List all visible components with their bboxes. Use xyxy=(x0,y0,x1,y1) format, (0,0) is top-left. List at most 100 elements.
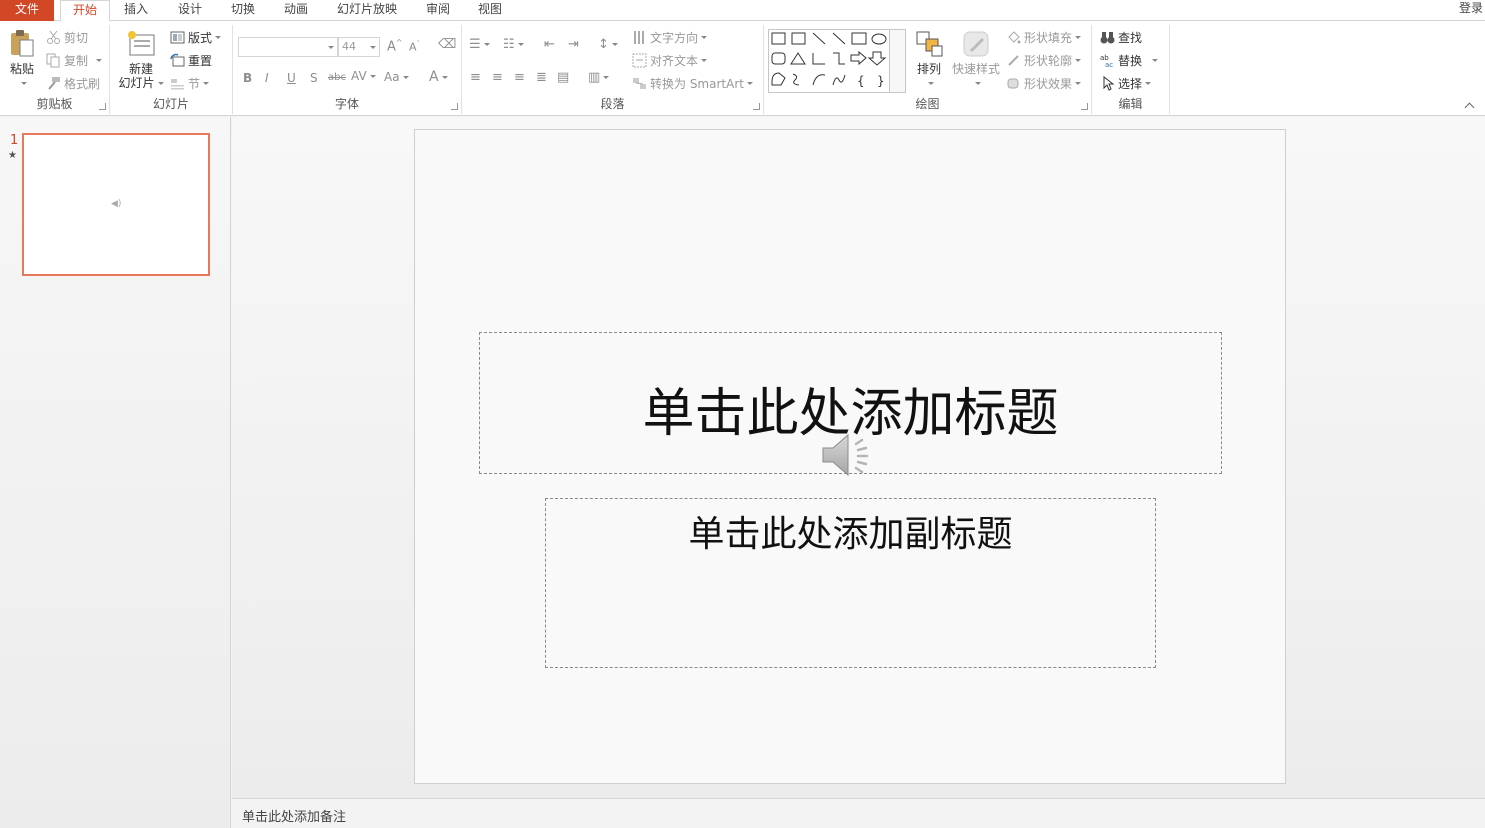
bold-icon[interactable]: B xyxy=(243,71,252,85)
chevron-down-icon xyxy=(974,82,981,85)
quick-styles-button[interactable]: 快速样式 xyxy=(950,29,1002,90)
arrange-button[interactable]: 排列 xyxy=(912,29,946,90)
shrink-font-icon[interactable]: Aˇ xyxy=(409,40,420,54)
align-right-icon[interactable]: ≡ xyxy=(514,70,525,85)
justify-icon[interactable]: ≣ xyxy=(536,70,547,85)
increase-indent-icon[interactable]: ⇥ xyxy=(568,37,579,52)
find-button[interactable]: 查找 xyxy=(1100,29,1142,46)
decrease-indent-icon[interactable]: ⇤ xyxy=(544,37,555,52)
strikethrough-icon[interactable]: abc xyxy=(328,72,346,83)
convert-smartart-button[interactable]: 转换为 SmartArt xyxy=(632,75,753,92)
chevron-down-icon xyxy=(1152,59,1159,62)
replace-label: 替换 xyxy=(1118,54,1143,68)
text-direction-button[interactable]: 文字方向 xyxy=(632,29,708,46)
speaker-icon[interactable] xyxy=(820,430,878,480)
chevron-down-icon xyxy=(20,82,27,85)
drawing-group-label: 绘图 xyxy=(915,97,940,111)
reset-icon xyxy=(170,53,185,67)
tab-insert[interactable]: 插入 xyxy=(114,0,158,21)
new-slide-label-2: 幻灯片 xyxy=(118,76,155,90)
replace-button[interactable]: ab ac 替换 xyxy=(1100,52,1159,69)
shape-effects-button[interactable]: 形状效果 xyxy=(1006,75,1082,92)
reset-label: 重置 xyxy=(188,54,213,68)
slides-group-label: 幻灯片 xyxy=(152,97,189,111)
subtitle-placeholder[interactable]: 单击此处添加副标题 xyxy=(545,498,1156,668)
collapse-ribbon-icon[interactable] xyxy=(1464,102,1475,113)
layout-button[interactable]: 版式 xyxy=(170,29,222,46)
char-spacing-icon[interactable]: AV xyxy=(351,69,376,83)
bullets-icon[interactable]: ☰ xyxy=(469,37,490,52)
shape-outline-button[interactable]: 形状轮廓 xyxy=(1006,52,1082,69)
tab-slideshow[interactable]: 幻灯片放映 xyxy=(330,0,404,21)
arrange-icon xyxy=(916,31,943,57)
replace-icon: abac xyxy=(1100,54,1113,68)
numbering-icon[interactable]: ☷ xyxy=(503,37,524,52)
clear-formatting-icon[interactable]: ⌫ xyxy=(438,37,456,52)
paste-button[interactable]: 粘贴 xyxy=(4,29,40,90)
chevron-down-icon xyxy=(701,59,708,62)
shape-effects-label: 形状效果 xyxy=(1024,77,1073,91)
distributed-icon[interactable]: ▤ xyxy=(557,70,569,85)
new-slide-icon xyxy=(128,31,155,56)
font-color-icon[interactable]: A xyxy=(429,69,448,85)
tab-view[interactable]: 视图 xyxy=(468,0,512,21)
grow-font-icon[interactable]: A^ xyxy=(387,38,403,54)
dialog-launcher-icon[interactable] xyxy=(753,103,760,110)
cut-button[interactable]: 剪切 xyxy=(46,29,88,46)
tab-file[interactable]: 文件 xyxy=(0,0,54,21)
align-center-icon[interactable]: ≡ xyxy=(492,70,503,85)
chevron-down-icon xyxy=(1145,82,1152,85)
copy-button[interactable]: 复制 xyxy=(46,52,103,69)
chevron-down-icon xyxy=(441,75,448,79)
format-painter-button[interactable]: 格式刷 xyxy=(46,75,100,92)
align-text-icon xyxy=(632,53,647,68)
tab-animations[interactable]: 动画 xyxy=(274,0,318,21)
convert-smartart-label: 转换为 SmartArt xyxy=(650,77,744,91)
font-family-combo[interactable] xyxy=(238,37,338,57)
find-label: 查找 xyxy=(1118,31,1143,45)
chevron-down-icon xyxy=(517,43,524,46)
align-text-button[interactable]: 对齐文本 xyxy=(632,52,708,69)
group-slides: 新建 幻灯片 版式 重置 节 幻灯片 xyxy=(110,25,233,114)
underline-icon[interactable]: U xyxy=(287,71,296,85)
italic-icon[interactable]: I xyxy=(265,71,269,85)
section-button[interactable]: 节 xyxy=(170,75,210,92)
ribbon: 粘贴 剪切 复制 格式刷 剪贴板 新建 幻灯片 版式 重置 节 幻灯片 44 A… xyxy=(0,21,1485,116)
chevron-down-icon xyxy=(1075,36,1082,39)
dialog-launcher-icon[interactable] xyxy=(1081,103,1088,110)
new-slide-button[interactable]: 新建 幻灯片 xyxy=(116,29,166,90)
tab-transitions[interactable]: 切换 xyxy=(221,0,265,21)
slide-thumbnail-pane: 1 ★ ◀) xyxy=(0,117,231,828)
shape-fill-button[interactable]: 形状填充 xyxy=(1006,29,1082,46)
dialog-launcher-icon[interactable] xyxy=(99,103,106,110)
reset-button[interactable]: 重置 xyxy=(170,52,212,69)
shadow-icon[interactable]: S xyxy=(310,71,318,85)
select-button[interactable]: 选择 xyxy=(1100,75,1152,92)
login-link[interactable]: 登录 xyxy=(1459,0,1483,16)
animation-star-icon: ★ xyxy=(8,150,17,161)
chevron-down-icon xyxy=(402,76,409,79)
text-direction-label: 文字方向 xyxy=(650,31,699,45)
slide-thumbnail[interactable]: ◀) xyxy=(22,133,210,276)
notes-pane[interactable]: 单击此处添加备注 xyxy=(232,798,1485,828)
tab-review[interactable]: 审阅 xyxy=(416,0,460,21)
paragraph-group-label: 段落 xyxy=(600,97,625,111)
shapes-gallery-scroll[interactable] xyxy=(889,29,906,93)
chevron-down-icon xyxy=(1075,82,1082,85)
chevron-down-icon xyxy=(701,36,708,39)
columns-icon[interactable]: ▥ xyxy=(588,70,610,85)
font-size-value: 44 xyxy=(342,40,356,53)
tab-design[interactable]: 设计 xyxy=(168,0,212,21)
chevron-down-icon xyxy=(1075,59,1082,62)
font-size-combo[interactable]: 44 xyxy=(338,37,380,57)
shapes-gallery[interactable]: {} xyxy=(768,29,905,93)
chevron-down-icon xyxy=(927,82,934,85)
chevron-down-icon xyxy=(611,43,618,46)
dialog-launcher-icon[interactable] xyxy=(451,103,458,110)
align-left-icon[interactable]: ≡ xyxy=(470,70,481,85)
tab-home[interactable]: 开始 xyxy=(60,0,110,22)
slide-number: 1 xyxy=(10,133,19,148)
chevron-down-icon xyxy=(96,59,103,62)
change-case-button[interactable]: Aa xyxy=(384,70,409,84)
line-spacing-icon[interactable]: ↕ xyxy=(598,37,618,52)
